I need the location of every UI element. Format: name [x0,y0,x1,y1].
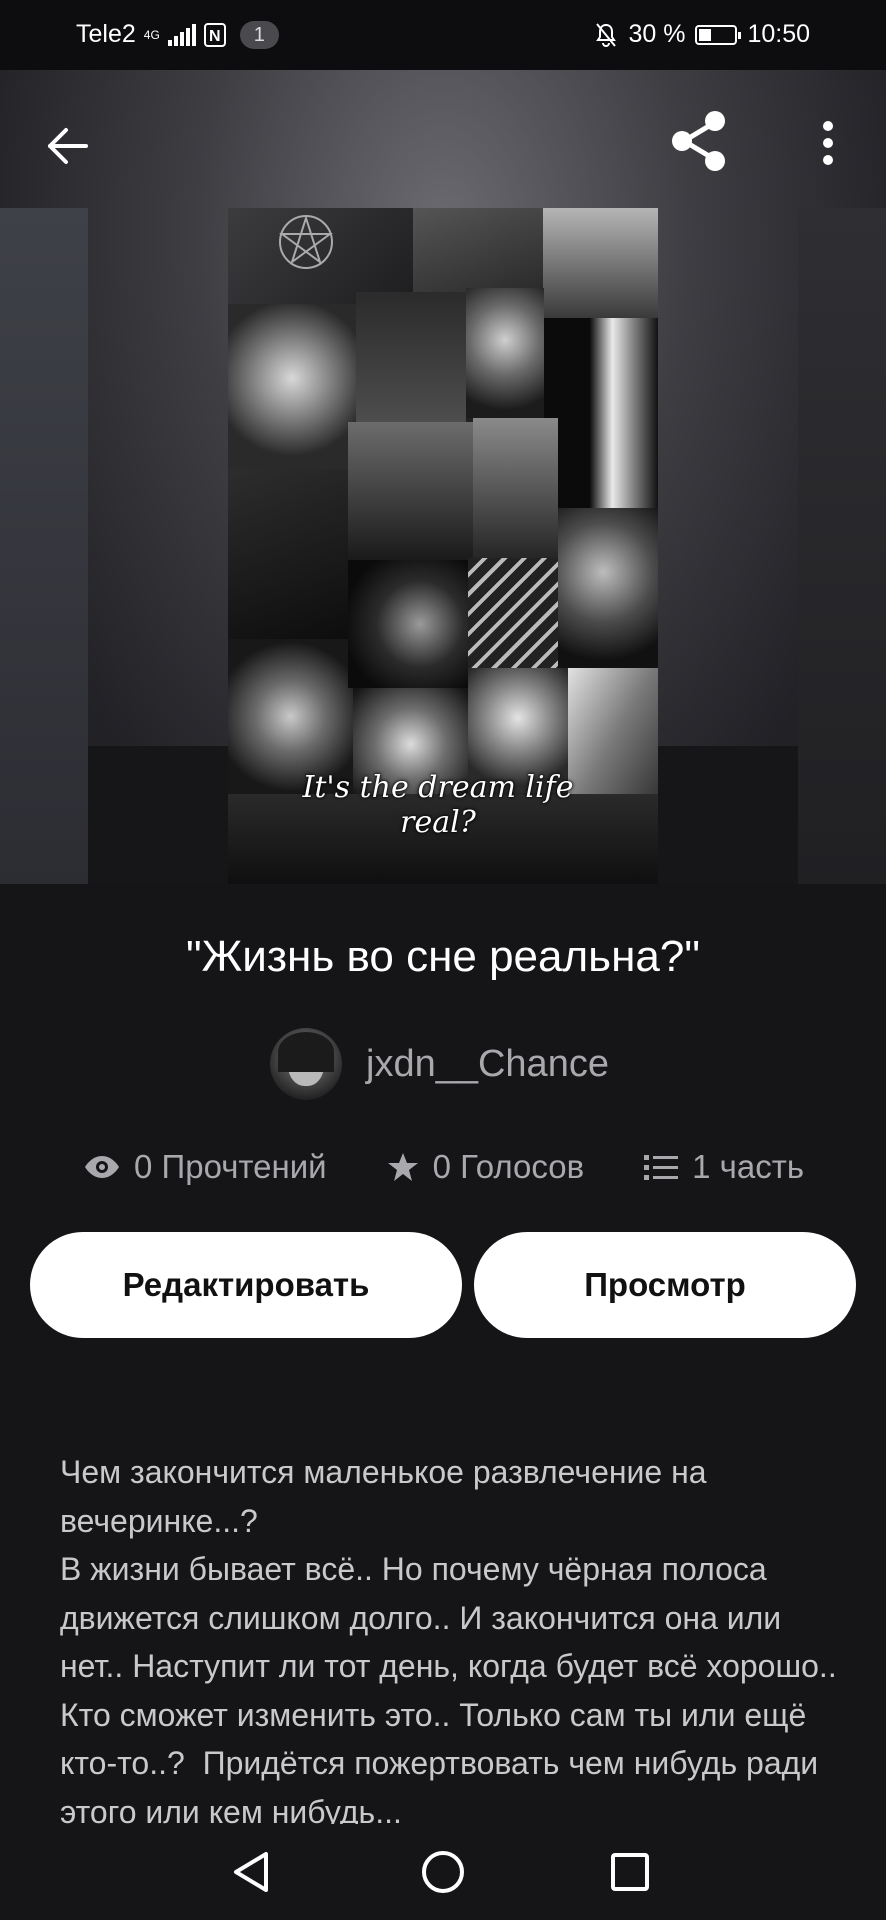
next-cover[interactable] [798,208,886,884]
status-right: 30 % 10:50 [594,20,810,49]
preview-button[interactable]: Просмотр [474,1232,856,1338]
share-button[interactable] [664,106,734,176]
book-description: Чем закончится маленькое развлечение на … [60,1454,837,1824]
mute-bell-icon [596,22,617,47]
square-recents-icon [611,1853,649,1891]
battery-icon [695,24,742,45]
arrow-left-icon [48,128,88,164]
nav-recents-button[interactable] [602,1844,658,1900]
cover-photo [468,558,558,668]
triangle-back-icon [234,1852,268,1892]
cover-photo [543,208,658,318]
book-stats: 0 Прочтений 0 Голосов 1 часть [84,1148,804,1186]
circle-home-icon [422,1851,464,1893]
reads-stat: 0 Прочтений [84,1148,327,1186]
edit-button[interactable]: Редактировать [30,1232,462,1338]
cover-photo [466,288,544,418]
cover-caption: It's the dream life real? [302,770,574,840]
system-navigation-bar [0,1824,886,1920]
cover-photo [356,292,466,422]
previous-cover[interactable] [0,208,88,884]
cover-photo [558,508,658,668]
status-bar: Tele2 4G N 1 30 % 10:50 [0,0,886,70]
nav-back-button[interactable] [226,1844,282,1900]
parts-count: 1 часть [692,1148,805,1185]
cover-photo [544,318,658,508]
hero-header: It's the dream life real? [0,70,886,884]
cover-photo [228,304,356,469]
nfc-icon: N [203,22,226,47]
votes-stat: 0 Голосов [387,1148,585,1186]
back-button[interactable] [40,118,96,174]
reads-count: 0 Прочтений [134,1148,327,1185]
author-link[interactable]: jxdn__Chance [270,1028,609,1100]
book-title: "Жизнь во сне реальна?" [186,932,700,981]
signal-icon [167,23,196,46]
clock: 10:50 [747,20,810,48]
status-left: Tele2 4G N 1 [76,20,279,49]
star-icon [387,1153,418,1181]
author-name[interactable]: jxdn__Chance [366,1043,609,1086]
votes-count: 0 Голосов [432,1148,585,1185]
battery-percent: 30 % [628,20,686,48]
more-options-button[interactable] [810,116,846,172]
carrier-label: Tele2 [76,20,136,48]
cover-photo [348,422,473,560]
book-cover[interactable]: It's the dream life real? [228,208,658,884]
pentagram-icon [278,214,334,269]
eye-icon [85,1156,119,1178]
cover-photo [473,418,558,558]
list-icon [644,1155,679,1180]
more-vertical-icon [823,121,833,165]
cover-photo [228,469,348,639]
nav-home-button[interactable] [415,1844,471,1900]
share-icon [672,111,725,171]
author-avatar[interactable] [270,1028,342,1100]
network-type: 4G [143,27,160,42]
notification-badge: 1 [239,20,279,49]
parts-stat: 1 часть [644,1148,804,1186]
cover-photo [413,208,543,292]
cover-photo [348,560,468,688]
